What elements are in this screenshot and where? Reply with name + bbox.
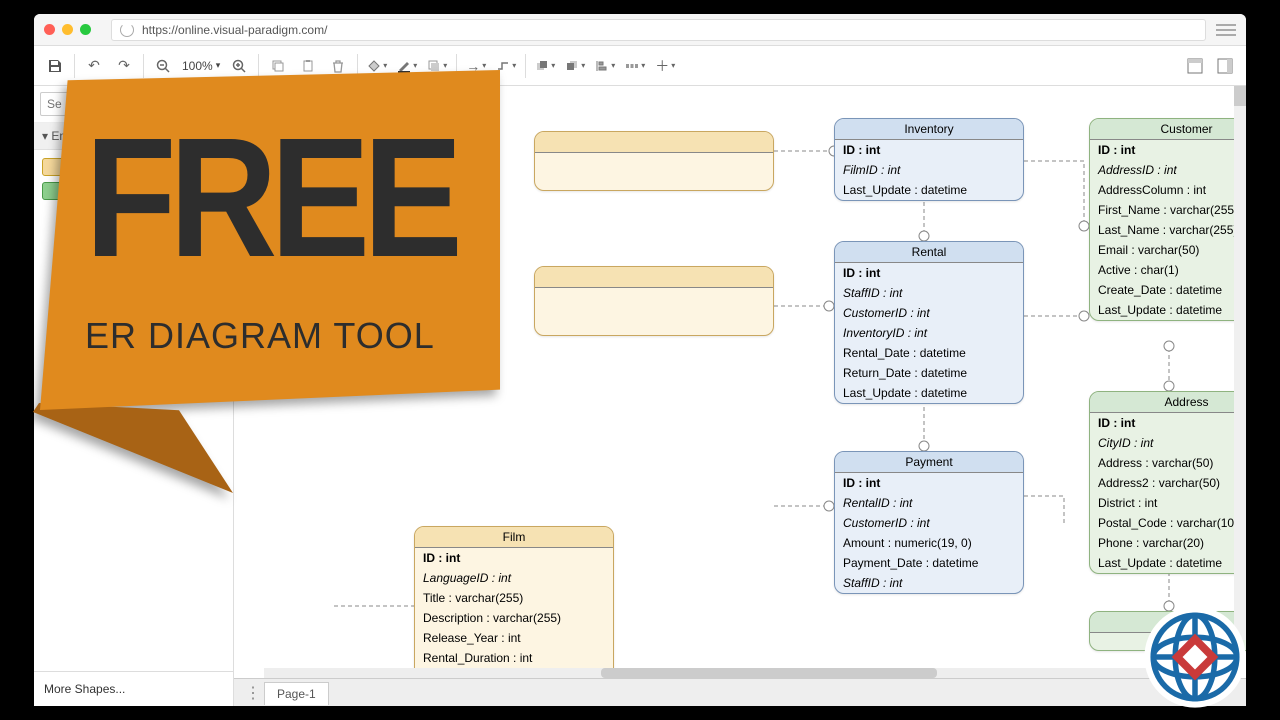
entity-field: Release_Year : int bbox=[415, 628, 613, 648]
entity-field: Email : varchar(50) bbox=[1090, 240, 1246, 260]
redo-icon[interactable]: ↷ bbox=[109, 51, 139, 81]
entity-field: Postal_Code : varchar(10) bbox=[1090, 513, 1246, 533]
maximize-icon[interactable] bbox=[80, 24, 91, 35]
entity-field: CustomerID : int bbox=[835, 513, 1023, 533]
entity-field: RentalID : int bbox=[835, 493, 1023, 513]
align-icon[interactable] bbox=[590, 51, 620, 81]
page-tabs: ⋮ Page-1 bbox=[234, 678, 1246, 706]
outline-panel-icon[interactable] bbox=[1210, 51, 1240, 81]
entity-field: StaffID : int bbox=[835, 283, 1023, 303]
entity-title: Payment bbox=[835, 452, 1023, 473]
fill-color-icon[interactable] bbox=[362, 51, 392, 81]
waypoint-icon[interactable] bbox=[491, 51, 521, 81]
entity-field: Address : varchar(50) bbox=[1090, 453, 1246, 473]
entity-field: Rental_Date : datetime bbox=[835, 343, 1023, 363]
shape-thumb-entity[interactable] bbox=[42, 158, 72, 176]
entity-field: ID : int bbox=[835, 473, 1023, 493]
entity-field: Last_Update : datetime bbox=[835, 180, 1023, 200]
zoom-out-icon[interactable] bbox=[148, 51, 178, 81]
toolbar: ↶ ↷ 100% → ＋ bbox=[34, 46, 1246, 86]
entity-field: Last_Update : datetime bbox=[1090, 300, 1246, 320]
category-header[interactable]: ▾ En bbox=[34, 123, 233, 150]
entity-customer[interactable]: Customer ID : intAddressID : intAddressC… bbox=[1089, 118, 1246, 321]
minimize-icon[interactable] bbox=[62, 24, 73, 35]
vertical-scrollbar[interactable] bbox=[1234, 86, 1246, 640]
entity-field: ID : int bbox=[835, 263, 1023, 283]
add-icon[interactable]: ＋ bbox=[650, 51, 680, 81]
refresh-icon[interactable] bbox=[120, 23, 134, 37]
toback-icon[interactable] bbox=[560, 51, 590, 81]
entity-field: First_Name : varchar(255) bbox=[1090, 200, 1246, 220]
entity-field: Active : char(1) bbox=[1090, 260, 1246, 280]
entity-field: Rental_Duration : int bbox=[415, 648, 613, 668]
menu-icon[interactable] bbox=[1216, 24, 1236, 36]
entity-field: AddressID : int bbox=[1090, 160, 1246, 180]
paste-icon[interactable] bbox=[293, 51, 323, 81]
entity-title: Address bbox=[1090, 392, 1246, 413]
entity-payment[interactable]: Payment ID : intRentalID : intCustomerID… bbox=[834, 451, 1024, 594]
entity-field: District : int bbox=[1090, 493, 1246, 513]
entity-field: FilmID : int bbox=[835, 160, 1023, 180]
shadow-icon[interactable] bbox=[422, 51, 452, 81]
entity-title: Film bbox=[415, 527, 613, 548]
canvas[interactable]: Film ID : intLanguageID : intTitle : var… bbox=[234, 86, 1246, 678]
entity-field: StaffID : int bbox=[835, 573, 1023, 593]
entity-field: LanguageID : int bbox=[415, 568, 613, 588]
entity-field: CityID : int bbox=[1090, 433, 1246, 453]
entity-field: Phone : varchar(20) bbox=[1090, 533, 1246, 553]
entity-field: ID : int bbox=[835, 140, 1023, 160]
entity-address[interactable]: Address ID : intCityID : intAddress : va… bbox=[1089, 391, 1246, 574]
shape-thumb-entity-alt[interactable] bbox=[42, 182, 72, 200]
zoom-level[interactable]: 100% bbox=[178, 59, 224, 73]
entity-film[interactable]: Film ID : intLanguageID : intTitle : var… bbox=[414, 526, 614, 678]
undo-icon[interactable]: ↶ bbox=[79, 51, 109, 81]
url-bar[interactable]: https://online.visual-paradigm.com/ bbox=[111, 19, 1206, 41]
entity-field: Payment_Date : datetime bbox=[835, 553, 1023, 573]
entity-field: Last_Name : varchar(255) bbox=[1090, 220, 1246, 240]
tofront-icon[interactable] bbox=[530, 51, 560, 81]
entity-partial-2[interactable] bbox=[534, 266, 774, 336]
copy-icon[interactable] bbox=[263, 51, 293, 81]
entity-field: Description : varchar(255) bbox=[415, 608, 613, 628]
entity-field: Last_Update : datetime bbox=[835, 383, 1023, 403]
format-panel-icon[interactable] bbox=[1180, 51, 1210, 81]
delete-icon[interactable] bbox=[323, 51, 353, 81]
connector-icon[interactable]: → bbox=[461, 51, 491, 81]
entity-field: CustomerID : int bbox=[835, 303, 1023, 323]
entity-title: Rental bbox=[835, 242, 1023, 263]
close-icon[interactable] bbox=[44, 24, 55, 35]
entity-field: Last_Update : datetime bbox=[1090, 553, 1246, 573]
more-shapes-button[interactable]: More Shapes... bbox=[34, 671, 233, 706]
horizontal-scrollbar[interactable] bbox=[264, 668, 1226, 678]
line-color-icon[interactable] bbox=[392, 51, 422, 81]
entity-field: Amount : numeric(19, 0) bbox=[835, 533, 1023, 553]
distribute-icon[interactable] bbox=[620, 51, 650, 81]
entity-field: InventoryID : int bbox=[835, 323, 1023, 343]
search-input[interactable] bbox=[40, 92, 227, 116]
page-tab[interactable]: Page-1 bbox=[264, 682, 329, 705]
entity-field: Address2 : varchar(50) bbox=[1090, 473, 1246, 493]
url-text: https://online.visual-paradigm.com/ bbox=[142, 23, 327, 37]
app-window: https://online.visual-paradigm.com/ ↶ ↷ … bbox=[34, 14, 1246, 706]
entity-field: ID : int bbox=[1090, 140, 1246, 160]
entity-title: Inventory bbox=[835, 119, 1023, 140]
sidebar: ▾ En More Shapes... bbox=[34, 86, 234, 706]
add-page-button[interactable]: ⋮ bbox=[242, 683, 264, 703]
entity-partial-1[interactable] bbox=[534, 131, 774, 191]
save-icon[interactable] bbox=[40, 51, 70, 81]
entity-inventory[interactable]: Inventory ID : intFilmID : intLast_Updat… bbox=[834, 118, 1024, 201]
entity-title: Customer bbox=[1090, 119, 1246, 140]
entity-field: Return_Date : datetime bbox=[835, 363, 1023, 383]
entity-rental[interactable]: Rental ID : intStaffID : intCustomerID :… bbox=[834, 241, 1024, 404]
entity-field: ID : int bbox=[415, 548, 613, 568]
entity-field: AddressColumn : int bbox=[1090, 180, 1246, 200]
vp-logo-icon bbox=[1140, 602, 1250, 712]
titlebar: https://online.visual-paradigm.com/ bbox=[34, 14, 1246, 46]
entity-field: ID : int bbox=[1090, 413, 1246, 433]
entity-field: Create_Date : datetime bbox=[1090, 280, 1246, 300]
zoom-in-icon[interactable] bbox=[224, 51, 254, 81]
entity-field: Title : varchar(255) bbox=[415, 588, 613, 608]
